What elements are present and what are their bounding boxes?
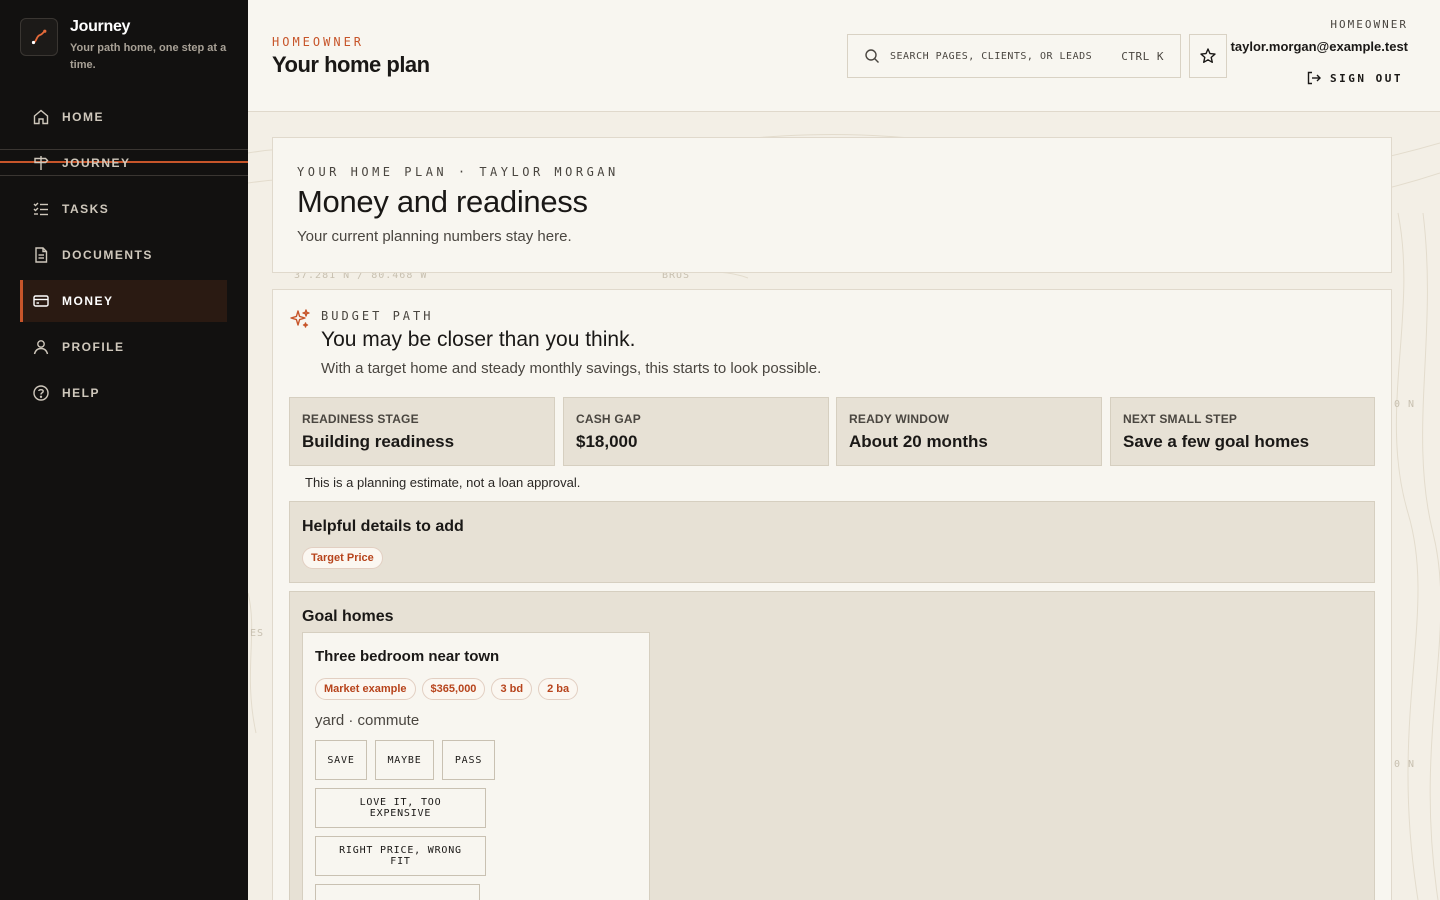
sidebar: Journey Your path home, one step at a ti… [0, 0, 248, 900]
sidebar-item-label: TASKS [62, 202, 110, 216]
stat-ready-window: READY WINDOW About 20 months [836, 397, 1102, 466]
sparkle-icon [290, 309, 310, 328]
journey-logo-icon [20, 18, 58, 56]
user-email: taylor.morgan@example.test [1230, 39, 1408, 54]
stats-row: READINESS STAGE Building readiness CASH … [289, 397, 1375, 466]
home-icon [33, 109, 49, 125]
home-chip-bedrooms: 3 bd [491, 678, 533, 700]
favorite-button[interactable] [1189, 34, 1227, 78]
stat-value: Save a few goal homes [1123, 432, 1310, 451]
map-label: 0 N [1394, 759, 1416, 770]
goal-homes-panel: Goal homes Three bedroom near town Marke… [289, 591, 1375, 900]
stat-next-step: NEXT SMALL STEP Save a few goal homes [1110, 397, 1375, 466]
map-label: ES [250, 628, 265, 639]
helpful-title: Helpful details to add [302, 518, 464, 535]
help-icon [33, 385, 49, 401]
search-icon [865, 49, 879, 63]
home-features: yard · commute [315, 712, 420, 729]
sidebar-item-documents[interactable]: DOCUMENTS [20, 234, 227, 276]
search-box[interactable]: CTRL K [847, 34, 1181, 78]
target-price-chip[interactable]: Target Price [302, 547, 383, 569]
stat-label: CASH GAP [576, 412, 641, 426]
stat-value: About 20 months [849, 432, 988, 451]
planning-disclaimer: This is a planning estimate, not a loan … [305, 475, 581, 490]
stat-label: READY WINDOW [849, 412, 950, 426]
brand-tagline: Your path home, one step at a time. [70, 42, 227, 71]
plan-intro-card: YOUR HOME PLAN · TAYLOR MORGAN Money and… [272, 137, 1392, 273]
sidebar-item-profile[interactable]: PROFILE [20, 326, 227, 368]
sidebar-item-label: JOURNEY [62, 156, 131, 170]
home-chips: Market example $365,000 3 bd 2 ba [315, 678, 579, 700]
star-icon [1200, 48, 1216, 63]
section-title: Money and readiness [297, 184, 588, 219]
maybe-button[interactable]: MAYBE [375, 740, 434, 780]
more-feedback-button[interactable] [315, 884, 480, 900]
helpful-details-panel: Helpful details to add Target Price [289, 501, 1375, 583]
card-icon [33, 295, 49, 307]
save-button[interactable]: SAVE [315, 740, 367, 780]
search-shortcut: CTRL K [1121, 49, 1164, 63]
sidebar-item-label: DOCUMENTS [62, 248, 153, 262]
sidebar-item-label: PROFILE [62, 340, 125, 354]
love-it-too-expensive-button[interactable]: LOVE IT, TOO EXPENSIVE [315, 788, 486, 828]
sign-out-button[interactable]: SIGN OUT [1306, 70, 1403, 86]
sidebar-item-home[interactable]: HOME [20, 96, 227, 138]
checklist-icon [33, 202, 48, 216]
goal-home-card: Three bedroom near town Market example $… [302, 632, 650, 900]
top-header: HOMEOWNER Your home plan CTRL K HOMEOWNE… [248, 0, 1440, 112]
sidebar-item-tasks[interactable]: TASKS [20, 188, 227, 230]
goal-homes-title: Goal homes [302, 608, 394, 625]
home-chip-price: $365,000 [421, 678, 486, 700]
sidebar-item-money[interactable]: MONEY [20, 280, 227, 322]
stat-label: READINESS STAGE [302, 412, 419, 426]
home-chip-source: Market example [315, 678, 416, 700]
home-title: Three bedroom near town [315, 648, 500, 665]
sidebar-item-help[interactable]: HELP [20, 372, 227, 414]
user-icon [33, 340, 49, 355]
header-eyebrow: HOMEOWNER [272, 35, 365, 49]
map-label: 0 N [1394, 399, 1416, 410]
stat-value: $18,000 [576, 432, 638, 451]
stat-cash-gap: CASH GAP $18,000 [563, 397, 829, 466]
sidebar-item-journey[interactable]: JOURNEY [0, 142, 248, 184]
right-price-wrong-fit-button[interactable]: RIGHT PRICE, WRONG FIT [315, 836, 486, 876]
intro-eyebrow: YOUR HOME PLAN · TAYLOR MORGAN [297, 165, 619, 179]
sidebar-item-label: MONEY [62, 294, 114, 308]
stat-readiness-stage: READINESS STAGE Building readiness [289, 397, 555, 466]
sidebar-item-label: HOME [62, 110, 104, 124]
sidebar-item-label: HELP [62, 386, 101, 400]
budget-eyebrow: BUDGET PATH [321, 309, 434, 323]
page-title: Your home plan [272, 52, 430, 77]
stat-label: NEXT SMALL STEP [1123, 412, 1238, 426]
stat-value: Building readiness [302, 432, 455, 451]
signpost-icon [34, 156, 49, 170]
sign-out-icon [1307, 71, 1322, 85]
user-role: HOMEOWNER [1330, 18, 1408, 31]
brand-name: Journey [70, 18, 131, 35]
document-icon [35, 247, 48, 263]
budget-path-card: BUDGET PATH You may be closer than you t… [272, 289, 1392, 900]
search-input[interactable] [890, 50, 1112, 62]
pass-button[interactable]: PASS [442, 740, 495, 780]
budget-title: You may be closer than you think. [321, 328, 636, 351]
intro-subtitle: Your current planning numbers stay here. [297, 228, 572, 245]
budget-subtitle: With a target home and steady monthly sa… [321, 360, 822, 377]
brand[interactable]: Journey Your path home, one step at a ti… [20, 18, 230, 74]
main-content: 37.281 N / 80.468 W BRUS ES 0 N 0 N YOUR… [248, 113, 1440, 900]
sign-out-label: SIGN OUT [1330, 71, 1403, 85]
home-chip-bathrooms: 2 ba [538, 678, 579, 700]
